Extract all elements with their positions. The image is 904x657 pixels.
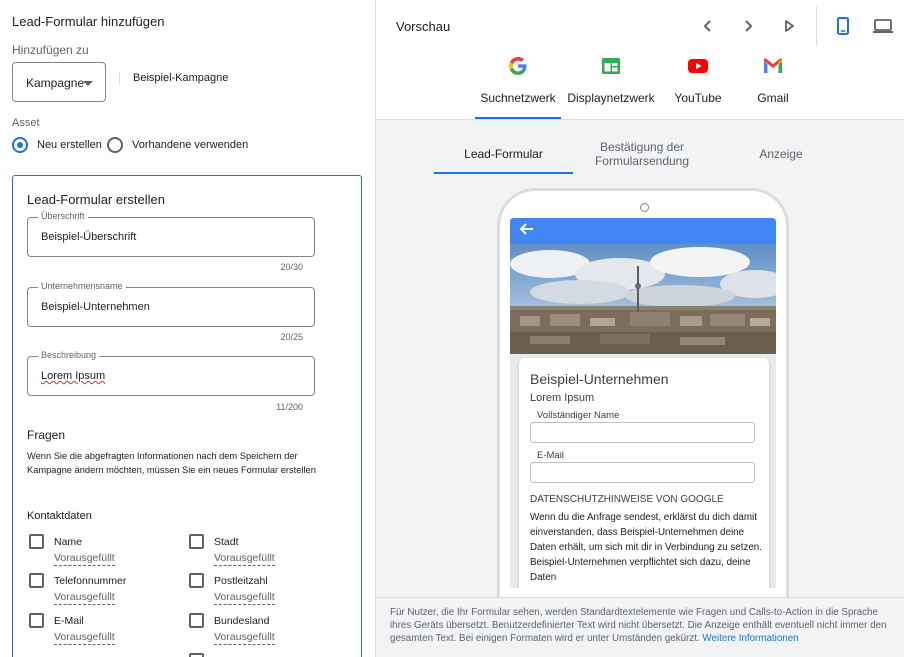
description-label: Beschreibung (38, 350, 100, 360)
gmail-icon (762, 55, 784, 77)
checkbox-phone-label: Telefonnummer (54, 575, 127, 587)
checkbox-phone-prefill[interactable]: Vorausgefüllt (54, 591, 115, 605)
preview-title: Vorschau (396, 19, 451, 34)
divider (816, 6, 817, 46)
divider (119, 72, 120, 84)
checkbox-name-label: Name (54, 536, 83, 548)
active-tab-indicator (475, 117, 561, 119)
checkbox-postal-code-label: Postleitzahl (214, 575, 268, 587)
description-counter: 11/200 (276, 402, 303, 412)
checkbox-email-label: E-Mail (54, 615, 84, 627)
questions-help: Wenn Sie die abgefragten Informationen n… (27, 451, 316, 475)
add-to-label: Hinzufügen zu (12, 43, 89, 57)
checkbox-postal-code[interactable] (189, 573, 204, 588)
preview-header: Vorschau Suchnetzwerk Displaynetzwerk Yo… (376, 0, 904, 120)
radio-new[interactable] (12, 137, 28, 153)
checkbox-city-label: Stadt (214, 536, 239, 548)
asset-label: Asset (12, 117, 40, 129)
checkbox-phone[interactable] (29, 573, 44, 588)
checkbox-state[interactable] (189, 613, 204, 628)
youtube-icon (687, 55, 709, 77)
tab-gmail-label: Gmail (757, 91, 789, 105)
tab-youtube-label: YouTube (674, 91, 722, 105)
subtab-lead-form[interactable]: Lead-Formular (434, 147, 573, 161)
headline-label: Überschrift (38, 211, 88, 221)
privacy-title: DATENSCHUTZHINWEISE VON GOOGLE (530, 494, 724, 505)
preview-description: Lorem Ipsum (530, 392, 595, 404)
radio-new-label[interactable]: Neu erstellen (37, 139, 102, 151)
lead-form-dialog: Lead-Formular hinzufügen Hinzufügen zu K… (0, 0, 904, 657)
checkbox-email[interactable] (29, 613, 44, 628)
headline-field[interactable]: Überschrift Beispiel-Überschrift (27, 211, 315, 257)
arrow-back-icon[interactable] (518, 220, 536, 243)
learn-more-link[interactable]: Weitere Informationen (702, 633, 798, 644)
mobile-icon[interactable] (833, 16, 853, 36)
checkbox-city-prefill[interactable]: Vorausgefüllt (214, 552, 275, 566)
subtab-form-confirmation[interactable]: Bestätigung der Formularsendung (583, 140, 701, 168)
phone-screen: Beispiel-Unternehmen Lorem Ipsum Vollstä… (510, 218, 776, 588)
subtab-ad[interactable]: Anzeige (741, 147, 821, 161)
privacy-text: Wenn du die Anfrage sendest, erklärst du… (530, 512, 762, 583)
checkbox-postal-code-prefill[interactable]: Vorausgefüllt (214, 591, 275, 605)
tab-search-network-label: Suchnetzwerk (480, 91, 556, 105)
company-name-label: Unternehmensname (38, 281, 126, 291)
company-name-counter: 20/25 (280, 332, 303, 342)
add-to-dropdown[interactable]: Kampagne (12, 62, 106, 102)
campaign-name: Beispiel-Kampagne (133, 72, 229, 84)
translation-notice: Für Nutzer, die Ihr Formular sehen, werd… (376, 597, 904, 657)
headline-counter: 20/30 (280, 262, 303, 272)
notice-text-container: Für Nutzer, die Ihr Formular sehen, werd… (390, 606, 900, 645)
phone-camera (640, 203, 649, 212)
tab-display-network[interactable]: Displaynetzwerk (564, 55, 658, 105)
radio-existing[interactable] (107, 137, 123, 153)
preview-company: Beispiel-Unternehmen (530, 371, 669, 387)
checkbox-city[interactable] (189, 534, 204, 549)
questions-title: Fragen (27, 428, 66, 442)
checkbox-email-prefill[interactable]: Vorausgefüllt (54, 631, 115, 645)
company-name-value: Beispiel-Unternehmen (41, 301, 150, 313)
checkbox-state-label: Bundesland (214, 615, 270, 627)
phone-mockup: Beispiel-Unternehmen Lorem Ipsum Vollstä… (497, 188, 789, 608)
caret-down-icon (83, 81, 93, 86)
preview-name-input[interactable] (530, 422, 755, 443)
play-icon[interactable] (779, 16, 799, 36)
description-field[interactable]: Beschreibung Lorem Ipsum (27, 350, 315, 396)
active-subtab-indicator (434, 172, 573, 174)
headline-value: Beispiel-Überschrift (41, 231, 137, 243)
description-value: Lorem Ipsum (41, 370, 106, 382)
desktop-icon[interactable] (872, 16, 893, 36)
preview-email-input[interactable] (530, 462, 755, 483)
panel-title: Lead-Formular hinzufügen (12, 14, 165, 29)
form-editor-panel: Lead-Formular hinzufügen Hinzufügen zu K… (0, 0, 376, 657)
tab-youtube[interactable]: YouTube (668, 55, 728, 105)
dropdown-value: Kampagne (26, 76, 85, 90)
preview-field-name-label: Vollständiger Name (537, 410, 620, 421)
tab-search-network[interactable]: Suchnetzwerk (478, 55, 558, 105)
checkbox-state-prefill[interactable]: Vorausgefüllt (214, 631, 275, 645)
form-card-title: Lead-Formular erstellen (27, 192, 166, 207)
display-network-icon (600, 55, 622, 77)
app-bar (510, 218, 776, 244)
company-name-field[interactable]: Unternehmensname Beispiel-Unternehmen (27, 281, 315, 327)
checkbox-more[interactable] (189, 653, 204, 657)
preview-panel: Vorschau Suchnetzwerk Displaynetzwerk Yo… (376, 0, 904, 657)
checkbox-name-prefill[interactable]: Vorausgefüllt (54, 552, 115, 566)
tab-gmail[interactable]: Gmail (748, 55, 798, 105)
notice-text: Für Nutzer, die Ihr Formular sehen, werd… (390, 607, 887, 644)
radio-existing-label[interactable]: Vorhandene verwenden (132, 139, 248, 151)
header-image (510, 244, 776, 354)
lead-form-card: Lead-Formular erstellen Überschrift Beis… (12, 175, 362, 657)
checkbox-name[interactable] (29, 534, 44, 549)
preview-field-email-label: E-Mail (537, 450, 564, 461)
chevron-right-icon[interactable] (738, 16, 758, 36)
chevron-left-icon[interactable] (698, 16, 718, 36)
contact-details-title: Kontaktdaten (27, 510, 92, 522)
tab-display-network-label: Displaynetzwerk (567, 91, 655, 105)
google-icon (507, 55, 529, 77)
lead-form-preview-card: Beispiel-Unternehmen Lorem Ipsum Vollstä… (519, 358, 769, 588)
